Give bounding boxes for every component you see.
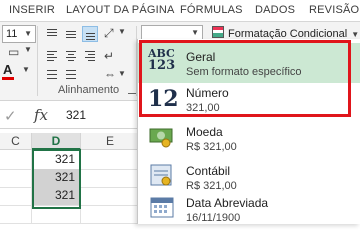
format-option-sample: Sem formato específico	[186, 66, 302, 78]
format-option-data-abreviada[interactable]: Data Abreviada 16/11/1900	[138, 189, 360, 229]
wrap-text-icon[interactable]: ↵	[104, 50, 114, 62]
chevron-down-icon[interactable]: ▼	[24, 26, 32, 42]
align-left-button[interactable]	[44, 48, 60, 64]
format-option-title: Geral	[186, 50, 216, 64]
short-date-icon	[148, 194, 178, 224]
font-color-icon[interactable]: A	[1, 62, 15, 80]
number-12-icon: 12	[148, 86, 179, 112]
format-option-title: Contábil	[186, 164, 231, 178]
font-size-combo[interactable]: 11 ▼	[2, 25, 36, 43]
format-option-numero[interactable]: 12 Número 321,00	[138, 79, 360, 119]
ribbon-tab-bar: INSERIR LAYOUT DA PÁGINA FÓRMULAS DADOS …	[0, 0, 360, 22]
chevron-down-icon[interactable]: ▼	[24, 46, 32, 54]
conditional-formatting-button[interactable]: Formatação Condicional ▼	[212, 26, 359, 40]
format-option-title: Número	[186, 86, 229, 100]
format-option-title: Moeda	[186, 125, 223, 139]
chevron-down-icon: ▼	[351, 30, 360, 39]
cancel-entry-icon[interactable]: ✓	[4, 107, 17, 125]
accounting-icon	[148, 162, 178, 192]
tab-formulas[interactable]: FÓRMULAS	[180, 4, 243, 16]
font-size-value: 11	[6, 28, 18, 40]
formula-bar-value[interactable]: 321	[66, 108, 86, 122]
format-option-sample: R$ 321,00	[186, 141, 237, 153]
decrease-indent-button[interactable]	[44, 66, 60, 82]
tab-revisao[interactable]: REVISÃO	[309, 4, 359, 16]
tab-layout-da-pagina[interactable]: LAYOUT DA PÁGINA	[66, 4, 175, 16]
format-option-geral[interactable]: ABC 123 Geral Sem formato específico	[138, 43, 360, 83]
align-center-button[interactable]	[63, 48, 79, 64]
format-option-sample: 16/11/1900	[186, 212, 241, 224]
insert-function-button[interactable]: fx	[34, 106, 48, 124]
column-header-c[interactable]: C	[0, 133, 32, 150]
align-right-button[interactable]	[82, 48, 98, 64]
tab-dados[interactable]: DADOS	[255, 4, 295, 16]
group-separator	[37, 26, 38, 96]
alignment-group-label: Alinhamento	[58, 84, 120, 96]
number-format-dropdown: ABC 123 Geral Sem formato específico 12 …	[137, 39, 360, 224]
chevron-down-icon[interactable]: ▼	[191, 28, 199, 37]
chevron-down-icon[interactable]: ▼	[22, 66, 30, 74]
borders-icon[interactable]: ▭	[8, 46, 19, 58]
chevron-down-icon[interactable]: ▼	[118, 28, 126, 36]
align-bottom-button[interactable]	[82, 26, 98, 42]
column-header-e[interactable]: E	[81, 133, 140, 150]
tab-inserir[interactable]: INSERIR	[9, 4, 55, 16]
conditional-formatting-icon	[212, 26, 224, 38]
chevron-down-icon[interactable]: ▼	[118, 70, 126, 78]
merge-cells-icon[interactable]: ⇔	[104, 68, 116, 80]
general-abc-123-icon: ABC 123	[148, 47, 176, 73]
formula-bar: ✓ fx 321	[0, 101, 140, 129]
increase-indent-button[interactable]	[63, 66, 79, 82]
align-middle-button[interactable]	[63, 26, 79, 42]
worksheet-grid: C D E 321 321 321	[0, 129, 140, 224]
currency-icon	[148, 123, 178, 153]
align-top-button[interactable]	[44, 26, 60, 42]
orientation-icon[interactable]: ⤢	[104, 27, 114, 39]
column-header-d[interactable]: D	[32, 133, 81, 150]
format-option-sample: 321,00	[186, 102, 220, 114]
format-option-title: Data Abreviada	[186, 196, 269, 210]
format-option-moeda[interactable]: Moeda R$ 321,00	[138, 118, 360, 158]
selection-range	[32, 149, 81, 209]
